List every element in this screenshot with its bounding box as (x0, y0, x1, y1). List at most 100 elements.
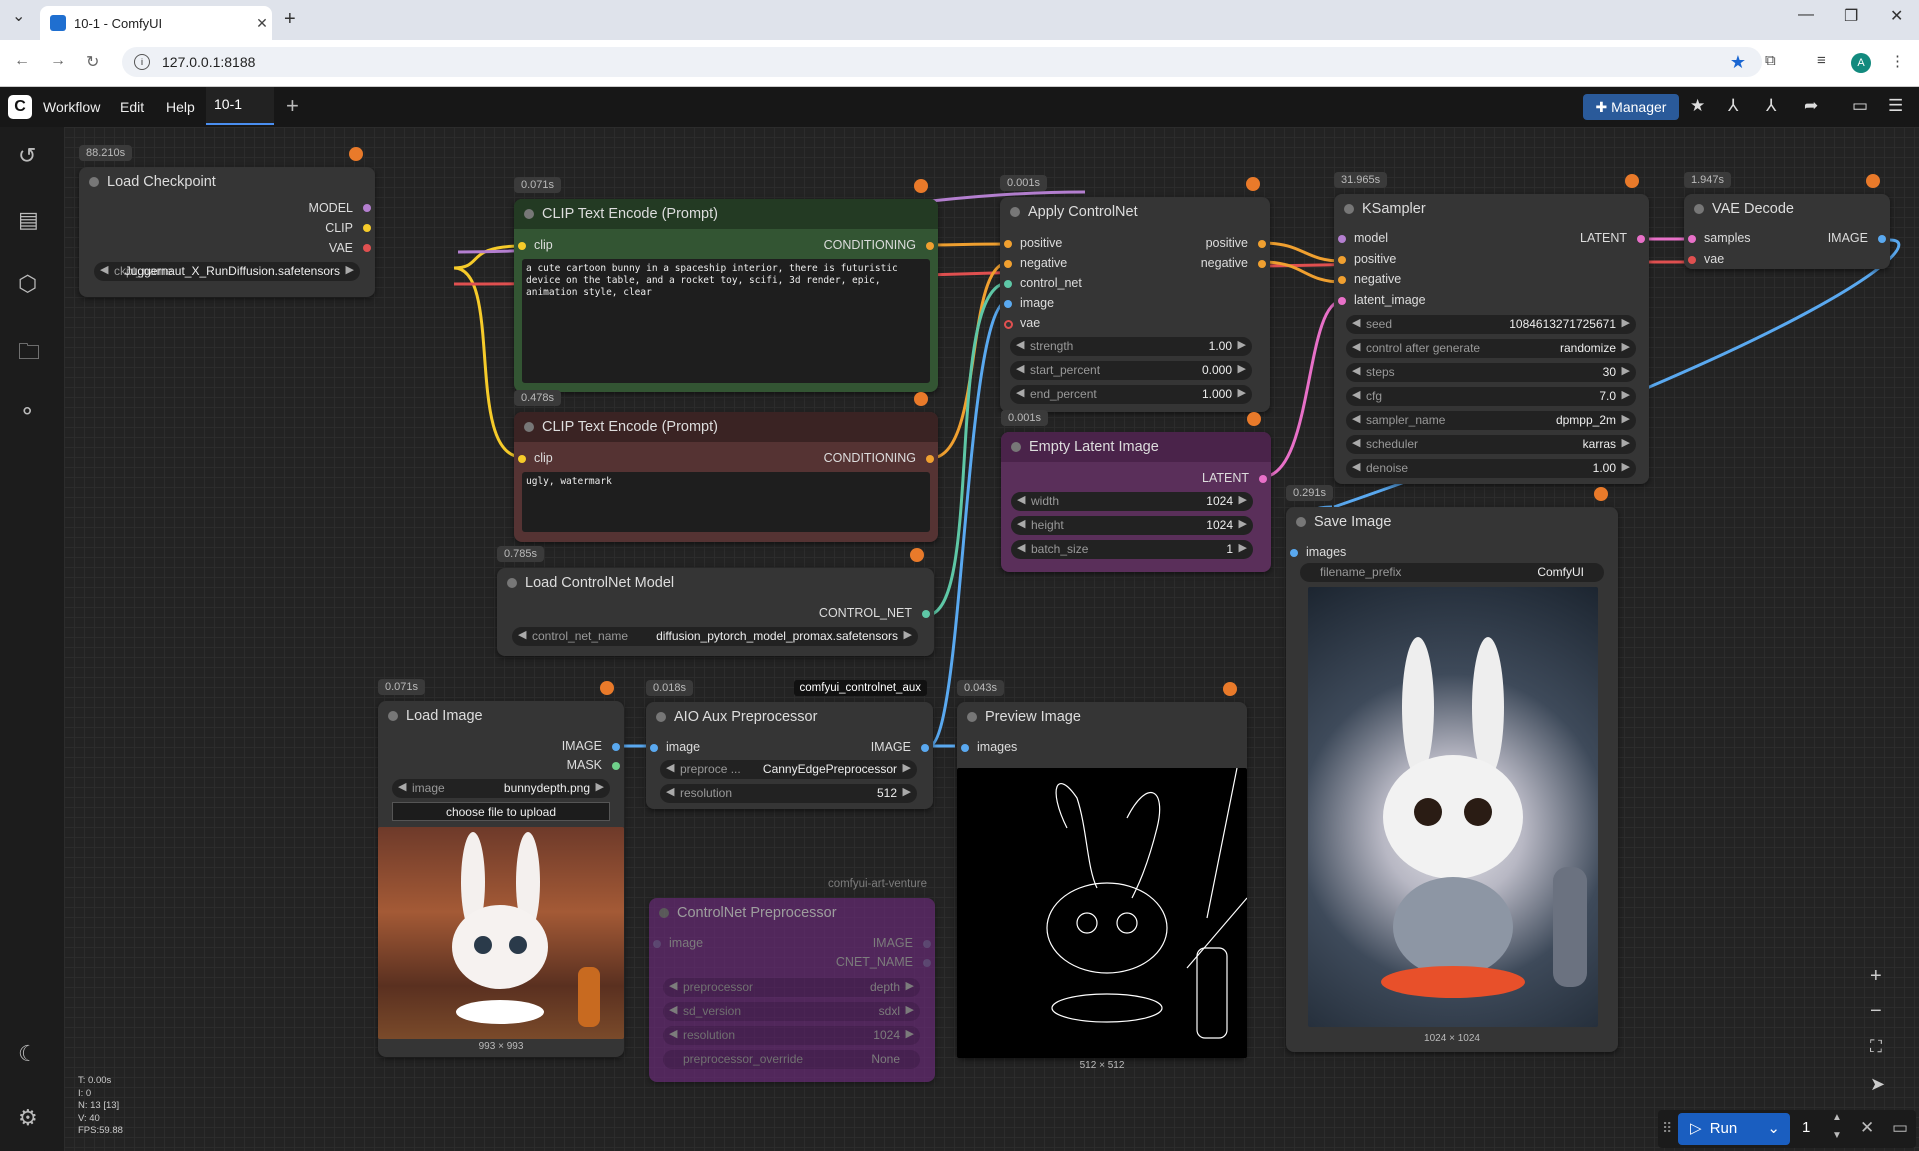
input-control-net[interactable]: control_net (1020, 276, 1082, 290)
decrement-arrow-icon[interactable]: ◀ (1352, 316, 1360, 329)
queue-panel-icon[interactable]: ▭ (1892, 1118, 1908, 1138)
increment-arrow-icon[interactable]: ▶ (1622, 412, 1630, 425)
menu-edit[interactable]: Edit (120, 99, 144, 115)
decrement-arrow-icon[interactable]: ◀ (1016, 362, 1024, 375)
collapse-dot[interactable] (1344, 204, 1354, 214)
collapse-dot[interactable] (89, 177, 99, 187)
run-options-chevron-icon[interactable]: ⌄ (1767, 1113, 1780, 1145)
share-icon[interactable]: ➦ (1804, 96, 1818, 116)
model-alt-icon[interactable]: ⅄ (1766, 96, 1776, 116)
reading-list-icon[interactable]: ≡ (1817, 52, 1826, 69)
output-clip[interactable]: CLIP (325, 221, 353, 235)
increment-arrow-icon[interactable]: ▶ (1238, 338, 1246, 351)
collapse-dot[interactable] (967, 712, 977, 722)
increment-arrow-icon[interactable]: ▶ (1239, 517, 1247, 530)
extensions-icon[interactable]: ⧉ (1765, 52, 1776, 69)
node-load-image[interactable]: 0.071s Load Image IMAGE MASK ◀ image bunny… (378, 679, 624, 1057)
bookmark-star-icon[interactable]: ★ (1730, 52, 1746, 73)
output-clip-dot[interactable] (363, 224, 371, 232)
output-model[interactable]: MODEL (309, 201, 353, 215)
restore-icon[interactable]: ❐ (1844, 6, 1858, 26)
minimize-icon[interactable]: — (1798, 6, 1814, 24)
input-images[interactable]: images (1306, 545, 1346, 559)
decrement-arrow-icon[interactable]: ◀ (1017, 517, 1025, 530)
decrement-arrow-icon[interactable]: ◀ (1352, 436, 1360, 449)
input-samples[interactable]: samples (1704, 231, 1751, 245)
output-image[interactable]: IMAGE (873, 936, 913, 950)
cfg-widget[interactable]: ◀ cfg 7.0 ▶ (1346, 387, 1636, 406)
new-workflow-icon[interactable]: + (286, 93, 299, 119)
output-positive-dot[interactable] (1258, 240, 1266, 248)
input-positive[interactable]: positive (1354, 252, 1396, 266)
decrement-arrow-icon[interactable]: ◀ (669, 1027, 677, 1040)
model-icon[interactable]: ⅄ (1728, 96, 1738, 116)
decrement-arrow-icon[interactable]: ◀ (1352, 460, 1360, 473)
collapse-dot[interactable] (507, 578, 517, 588)
output-latent-dot[interactable] (1637, 235, 1645, 243)
decrement-arrow-icon[interactable]: ◀ (1017, 541, 1025, 554)
strength-widget[interactable]: ◀ strength 1.00 ▶ (1010, 337, 1252, 356)
batch-count-input[interactable]: 1 (1802, 1119, 1810, 1136)
input-vae[interactable]: vae (1704, 252, 1724, 266)
output-image[interactable]: IMAGE (562, 739, 602, 753)
node-ksampler[interactable]: 31.965s KSampler model positive negative… (1334, 172, 1649, 484)
preprocessor-widget[interactable]: ◀ preprocessor depth ▶ (663, 978, 920, 997)
graph-canvas[interactable]: 88.210s Load Checkpoint MODEL CLIP VAE ◀… (64, 127, 1919, 1151)
output-latent-dot[interactable] (1259, 475, 1267, 483)
decrement-arrow-icon[interactable]: ◀ (666, 761, 674, 774)
input-latent-image-dot[interactable] (1338, 297, 1346, 305)
hamburger-menu-icon[interactable]: ☰ (1888, 96, 1903, 116)
start-percent-widget[interactable]: ◀ start_percent 0.000 ▶ (1010, 361, 1252, 380)
input-control-net-dot[interactable] (1004, 280, 1012, 288)
new-tab-icon[interactable]: + (284, 8, 296, 31)
output-control-net-dot[interactable] (922, 610, 930, 618)
pointer-mode-icon[interactable]: ➤ (1870, 1074, 1885, 1095)
increment-arrow-icon[interactable]: ▶ (903, 785, 911, 798)
input-images[interactable]: images (977, 740, 1017, 754)
output-negative-dot[interactable] (1258, 260, 1266, 268)
input-image-dot[interactable] (650, 744, 658, 752)
node-empty-latent-image[interactable]: 0.001s Empty Latent Image LATENT ◀ width 1… (1001, 410, 1271, 572)
input-clip[interactable]: clip (534, 451, 553, 465)
output-mask-dot[interactable] (612, 762, 620, 770)
output-image-dot[interactable] (923, 940, 931, 948)
node-controlnet-preprocessor-bypassed[interactable]: comfyui-art-venture ControlNet Preproces… (649, 878, 935, 1082)
manager-button[interactable]: ✚ Manager (1583, 94, 1679, 120)
output-conditioning-dot[interactable] (926, 242, 934, 250)
history-icon[interactable]: ↺ (18, 143, 36, 169)
node-load-controlnet-model[interactable]: 0.785s Load ControlNet Model CONTROL_NET… (497, 546, 934, 656)
collapse-dot[interactable] (1296, 517, 1306, 527)
node-title[interactable]: CLIP Text Encode (Prompt) (514, 412, 938, 442)
ckpt-name-widget[interactable]: ◀ ckpt_name Juggernaut_X_RunDiffusion.sa… (94, 262, 360, 281)
increment-arrow-icon[interactable]: ▶ (1622, 460, 1630, 473)
increment-arrow-icon[interactable]: ▶ (1622, 340, 1630, 353)
collapse-dot[interactable] (659, 908, 669, 918)
collapse-dot[interactable] (1694, 204, 1704, 214)
increment-arrow-icon[interactable]: ▶ (1239, 493, 1247, 506)
increment-arrow-icon[interactable]: ▶ (1239, 541, 1247, 554)
output-latent[interactable]: LATENT (1580, 231, 1627, 245)
collapse-dot[interactable] (1010, 207, 1020, 217)
input-negative[interactable]: negative (1020, 256, 1067, 270)
menu-help[interactable]: Help (166, 99, 195, 115)
choose-file-button[interactable]: choose file to upload (392, 802, 610, 821)
decrement-arrow-icon[interactable]: ◀ (1352, 412, 1360, 425)
node-title[interactable]: Load Image (378, 701, 624, 731)
increment-arrow-icon[interactable]: ▶ (346, 263, 354, 276)
image-select-widget[interactable]: ◀ image bunnydepth.png ▶ (392, 779, 610, 798)
increment-arrow-icon[interactable]: ▶ (1622, 364, 1630, 377)
decrement-arrow-icon[interactable]: ◀ (1352, 340, 1360, 353)
profile-avatar[interactable]: A (1851, 53, 1871, 73)
settings-gear-icon[interactable]: ⚙ (18, 1105, 38, 1131)
input-image[interactable]: image (666, 740, 700, 754)
node-clip-text-negative[interactable]: 0.478s CLIP Text Encode (Prompt) clip CO… (514, 390, 938, 542)
collapse-dot[interactable] (524, 422, 534, 432)
increment-arrow-icon[interactable]: ▶ (1622, 316, 1630, 329)
input-model-dot[interactable] (1338, 235, 1346, 243)
node-save-image[interactable]: 0.291s Save Image images filename_prefix… (1286, 485, 1618, 1052)
decrement-arrow-icon[interactable]: ◀ (669, 1003, 677, 1016)
node-library-icon[interactable]: ⬡ (18, 271, 37, 297)
decrement-arrow-icon[interactable]: ◀ (1017, 493, 1025, 506)
decrement-arrow-icon[interactable]: ◀ (1352, 388, 1360, 401)
input-samples-dot[interactable] (1688, 235, 1696, 243)
